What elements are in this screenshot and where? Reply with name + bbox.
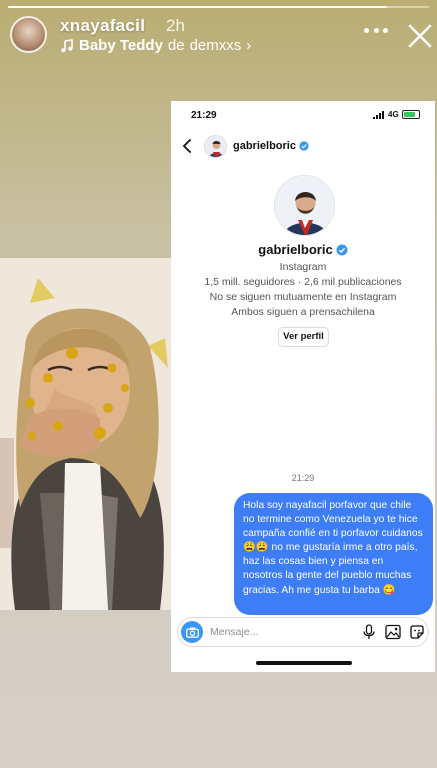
story-username[interactable]: xnayafacil <box>60 16 145 36</box>
story-progress-fill <box>8 6 387 8</box>
story-time-ago: 2h <box>166 16 185 35</box>
battery-icon <box>401 110 420 119</box>
verified-badge-icon <box>299 141 309 151</box>
profile-stats: 1,5 mill. seguidores · 2,6 mil publicaci… <box>204 276 402 288</box>
story-view[interactable]: xnayafacil 2h Baby Teddy de demxxs › 21:… <box>0 0 437 768</box>
sticker-icon[interactable] <box>409 624 425 640</box>
profile-avatar[interactable] <box>274 175 335 236</box>
profile-username: gabrielboric <box>258 242 333 257</box>
chat-header-username: gabrielboric <box>233 140 296 152</box>
back-arrow-icon[interactable] <box>181 139 195 153</box>
more-dots-icon[interactable] <box>364 22 388 38</box>
music-connector: de <box>167 37 185 54</box>
message-composer <box>177 617 429 647</box>
view-profile-button[interactable]: Ver perfil <box>278 327 329 347</box>
story-progress-bar <box>8 6 429 8</box>
message-timestamp: 21:29 <box>291 473 315 483</box>
network-type: 4G <box>388 110 399 119</box>
story-photo <box>0 258 172 610</box>
profile-platform: Instagram <box>279 261 327 273</box>
dm-screenshot: 21:29 4G gabrielboric gabrielboric Insta… <box>171 101 435 672</box>
profile-follow-status: No se siguen mutuamente en Instagram <box>209 291 397 303</box>
gallery-icon[interactable] <box>385 624 401 640</box>
music-note-icon <box>61 38 73 52</box>
verified-badge-icon <box>336 244 348 255</box>
music-artist: demxxs <box>189 37 242 54</box>
person-photo-illustration <box>0 258 172 610</box>
profile-mutual-follow: Ambos siguen a prensachilena <box>231 306 375 318</box>
sent-message-bubble[interactable]: Hola soy nayafacil porfavor que chile no… <box>234 493 433 615</box>
chat-header-username-row[interactable]: gabrielboric <box>233 140 309 152</box>
status-bar-time: 21:29 <box>191 110 217 121</box>
chat-header-avatar[interactable] <box>204 135 227 158</box>
music-attribution[interactable]: Baby Teddy de demxxs › <box>60 37 251 54</box>
status-bar-icons: 4G <box>373 110 420 119</box>
chevron-right-icon: › <box>246 37 252 54</box>
message-input[interactable] <box>210 624 350 640</box>
signal-icon <box>373 110 384 119</box>
close-icon[interactable] <box>408 24 432 48</box>
story-author-avatar[interactable] <box>10 16 47 53</box>
microphone-icon[interactable] <box>361 624 377 640</box>
camera-icon[interactable] <box>181 621 203 643</box>
music-song-title: Baby Teddy <box>79 37 163 54</box>
home-indicator <box>256 661 352 665</box>
